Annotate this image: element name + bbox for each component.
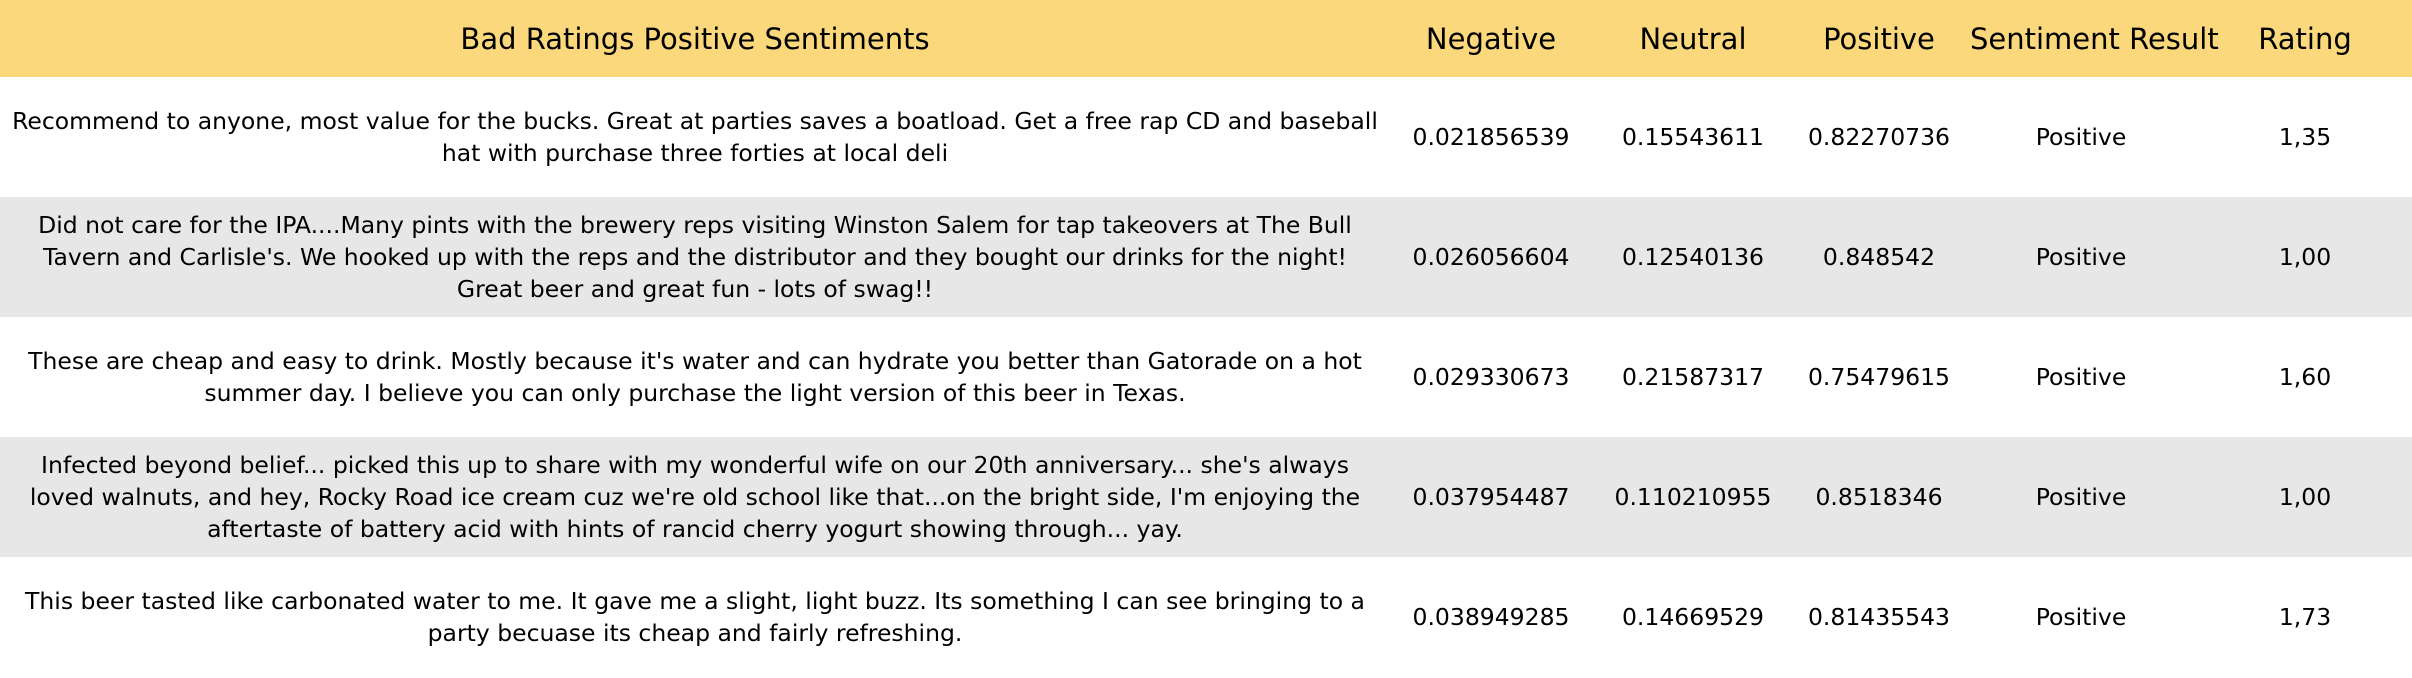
cell-positive[interactable]: 0.81435543 [1794,557,1964,677]
cell-rating[interactable]: 1,73 [2198,557,2412,677]
cell-neutral[interactable]: 0.110210955 [1592,437,1794,557]
cell-sentiment-result[interactable]: Positive [1964,197,2198,317]
cell-review[interactable]: Recommend to anyone, most value for the … [0,77,1390,197]
cell-negative[interactable]: 0.037954487 [1390,437,1592,557]
cell-negative[interactable]: 0.021856539 [1390,77,1592,197]
cell-sentiment-result[interactable]: Positive [1964,557,2198,677]
table-row: This beer tasted like carbonated water t… [0,557,2412,677]
cell-neutral[interactable]: 0.15543611 [1592,77,1794,197]
cell-neutral[interactable]: 0.12540136 [1592,197,1794,317]
cell-rating[interactable]: 1,60 [2198,317,2412,437]
header-negative[interactable]: Negative [1390,0,1592,77]
table-body: Recommend to anyone, most value for the … [0,77,2412,677]
header-review[interactable]: Bad Ratings Positive Sentiments [0,0,1390,77]
header-positive[interactable]: Positive [1794,0,1964,77]
header-sentiment-result[interactable]: Sentiment Result [1964,0,2219,77]
cell-review[interactable]: This beer tasted like carbonated water t… [0,557,1390,677]
cell-review[interactable]: Did not care for the IPA....Many pints w… [0,197,1390,317]
cell-neutral[interactable]: 0.14669529 [1592,557,1794,677]
cell-sentiment-result[interactable]: Positive [1964,437,2198,557]
cell-neutral[interactable]: 0.21587317 [1592,317,1794,437]
cell-review[interactable]: Infected beyond belief... picked this up… [0,437,1390,557]
header-rating[interactable]: Rating [2198,0,2412,77]
table-row: Did not care for the IPA....Many pints w… [0,197,2412,317]
cell-rating[interactable]: 1,00 [2198,197,2412,317]
table-row: These are cheap and easy to drink. Mostl… [0,317,2412,437]
cell-positive[interactable]: 0.82270736 [1794,77,1964,197]
cell-sentiment-result[interactable]: Positive [1964,317,2198,437]
cell-negative[interactable]: 0.026056604 [1390,197,1592,317]
cell-rating[interactable]: 1,35 [2198,77,2412,197]
cell-negative[interactable]: 0.038949285 [1390,557,1592,677]
cell-positive[interactable]: 0.848542 [1794,197,1964,317]
table-row: Infected beyond belief... picked this up… [0,437,2412,557]
cell-sentiment-result[interactable]: Positive [1964,77,2198,197]
cell-negative[interactable]: 0.029330673 [1390,317,1592,437]
cell-rating[interactable]: 1,00 [2198,437,2412,557]
cell-review[interactable]: These are cheap and easy to drink. Mostl… [0,317,1390,437]
table-header: Bad Ratings Positive Sentiments Negative… [0,0,2412,77]
sentiment-table: Bad Ratings Positive Sentiments Negative… [0,0,2412,677]
header-row: Bad Ratings Positive Sentiments Negative… [0,0,2412,77]
header-neutral[interactable]: Neutral [1592,0,1794,77]
cell-positive[interactable]: 0.8518346 [1794,437,1964,557]
cell-positive[interactable]: 0.75479615 [1794,317,1964,437]
table-row: Recommend to anyone, most value for the … [0,77,2412,197]
